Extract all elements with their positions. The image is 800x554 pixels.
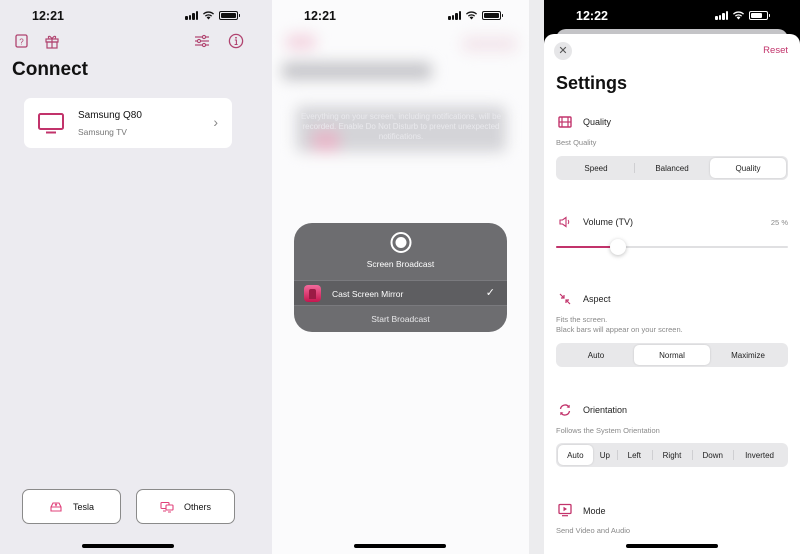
others-button[interactable]: Others [136,489,235,524]
battery-icon [219,10,240,20]
aspect-option-maximize[interactable]: Maximize [710,345,786,365]
signal-icon [448,10,461,20]
wifi-icon [733,11,744,20]
tesla-label: Tesla [72,501,94,512]
battery-icon [482,10,503,20]
orientation-option-down[interactable]: Down [692,445,733,465]
svg-text:?: ? [19,38,24,47]
quality-option-speed[interactable]: Speed [558,158,634,178]
device-list-item[interactable]: Samsung Q80 Samsung TV › [24,98,232,148]
orientation-option-auto[interactable]: Auto [558,445,593,465]
quality-title: Quality [583,117,612,127]
record-icon [390,232,411,253]
status-bar: 12:21 [0,0,272,32]
speaker-icon [559,216,570,228]
aspect-subtitle-line1: Fits the screen. [556,315,608,324]
help-icon[interactable]: ? [14,33,30,49]
volume-slider[interactable] [556,239,788,255]
close-button[interactable]: ✕ [554,42,572,60]
aspect-segmented-control: Auto Normal Maximize [556,343,788,367]
rotate-icon [559,404,571,416]
page-title: Connect [12,59,88,80]
signal-icon [185,10,198,20]
quality-subtitle: Best Quality [556,138,597,147]
info-icon[interactable] [228,33,244,49]
page-title: Settings [556,73,628,93]
status-time: 12:22 [576,9,608,23]
status-time: 12:21 [304,9,336,23]
sliders-icon[interactable] [194,33,210,49]
car-icon [50,501,62,512]
mode-title: Mode [583,506,606,516]
dialog-title: Screen Broadcast [366,259,435,269]
quality-option-balanced[interactable]: Balanced [634,158,710,178]
devices-icon [160,501,174,512]
status-time: 12:21 [32,9,64,23]
signal-icon [715,10,728,20]
screen-broadcast-dialog: Screen Broadcast Cast Screen Mirror ✓ St… [294,223,507,332]
quality-option-quality[interactable]: Quality [710,158,786,178]
orientation-option-up[interactable]: Up [593,445,617,465]
panel-divider [529,0,544,554]
battery-icon [749,10,770,20]
volume-value: 25 % [770,218,788,227]
aspect-option-auto[interactable]: Auto [558,345,634,365]
orientation-option-left[interactable]: Left [617,445,652,465]
settings-sheet: ✕ Reset Settings Quality Best Quality Sp… [544,34,800,554]
status-bar: 12:22 [544,0,800,32]
chevron-right-icon: › [213,114,218,130]
quality-segmented-control: Speed Balanced Quality [556,156,788,180]
orientation-subtitle: Follows the System Orientation [556,426,660,435]
connect-screen: 12:21 ? Connect Samsung Q80 Samsung TV ›… [0,0,272,554]
app-icon [304,285,321,302]
device-type: Samsung TV [78,127,127,137]
orientation-option-right[interactable]: Right [651,445,693,465]
volume-title: Volume (TV) [583,217,634,227]
home-indicator[interactable] [82,544,174,548]
orientation-option-inverted[interactable]: Inverted [733,445,786,465]
wifi-icon [203,11,214,20]
app-label: Cast Screen Mirror [332,289,404,299]
screen-play-icon [558,503,572,517]
checkmark-icon: ✓ [485,287,495,299]
mode-subtitle: Send Video and Audio [556,526,631,535]
settings-screen: 12:22 ✕ Reset Settings Quality Best Qual… [544,0,800,554]
start-broadcast-button[interactable]: Start Broadcast [294,314,507,324]
home-indicator[interactable] [626,544,718,548]
wifi-icon [466,11,477,20]
reset-button[interactable]: Reset [763,45,788,56]
tv-icon [38,113,64,134]
slider-fill [556,246,618,248]
shrink-arrows-icon [559,293,571,305]
status-bar: 12:21 [272,0,529,32]
slider-thumb[interactable] [610,239,626,255]
tesla-button[interactable]: Tesla [22,489,121,524]
aspect-option-normal[interactable]: Normal [634,345,710,365]
broadcast-app-option[interactable]: Cast Screen Mirror ✓ [294,280,507,306]
orientation-title: Orientation [583,405,628,415]
aspect-subtitle-line2: Black bars will appear on your screen. [556,325,683,334]
recording-notice: Everything on your screen, including not… [300,112,502,141]
aspect-title: Aspect [583,294,611,304]
film-icon [558,116,572,128]
device-name: Samsung Q80 [78,110,142,121]
gift-icon[interactable] [44,33,60,49]
others-label: Others [183,501,211,512]
orientation-segmented-control: Auto Up Left Right Down Inverted [556,443,788,467]
broadcast-screen: 12:21 Everything on your screen, includi… [272,0,529,554]
home-indicator[interactable] [354,544,446,548]
